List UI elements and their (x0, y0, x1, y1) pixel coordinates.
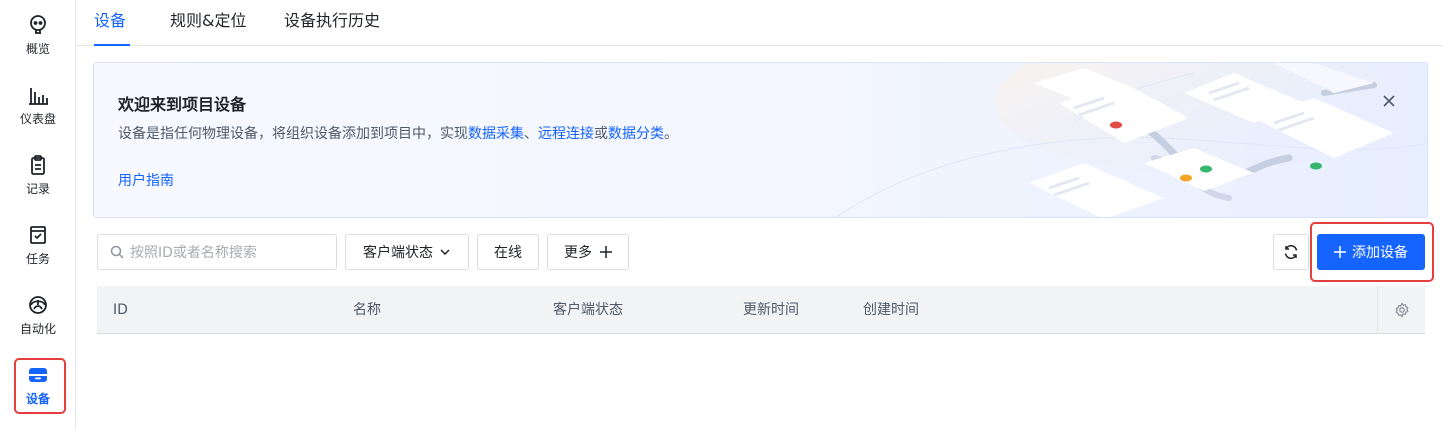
banner-description: 设备是指任何物理设备，将组织设备添加到项目中，实现数据采集、远程连接或数据分类。 (118, 123, 678, 143)
column-updated-time[interactable]: 更新时间 (743, 286, 799, 334)
sidebar-item-records[interactable]: 记录 (0, 140, 76, 206)
sidebar-item-label: 仪表盘 (19, 112, 56, 126)
column-client-status[interactable]: 客户端状态 (553, 286, 623, 334)
data-collection-link[interactable]: 数据采集 (468, 126, 524, 142)
separator: 或 (594, 126, 608, 142)
separator: 、 (524, 126, 538, 142)
automation-icon (29, 296, 47, 314)
device-table-header: ID 名称 客户端状态 更新时间 创建时间 (97, 286, 1425, 334)
task-check-icon (30, 226, 46, 244)
banner-title: 欢迎来到项目设备 (118, 95, 247, 114)
banner-illustration (836, 63, 1427, 217)
remote-connection-link[interactable]: 远程连接 (538, 126, 594, 142)
tab-rules-location[interactable]: 规则&定位 (170, 0, 246, 46)
add-device-button[interactable]: 添加设备 (1317, 234, 1425, 270)
tab-devices[interactable]: 设备 (94, 0, 130, 46)
more-filter-button[interactable]: 更多 (547, 234, 629, 270)
column-created-time[interactable]: 创建时间 (863, 286, 919, 334)
column-name[interactable]: 名称 (353, 286, 381, 334)
separator: 。 (664, 126, 678, 142)
bulb-icon (30, 15, 46, 34)
welcome-banner: 欢迎来到项目设备 设备是指任何物理设备，将组织设备添加到项目中，实现数据采集、远… (93, 62, 1428, 218)
client-status-filter[interactable]: 客户端状态 (345, 234, 469, 270)
gear-icon (1394, 302, 1409, 318)
search-icon (110, 245, 124, 259)
sidebar-item-overview[interactable]: 概览 (0, 0, 76, 66)
clipboard-icon (31, 155, 45, 175)
column-id[interactable]: ID (113, 286, 128, 334)
sidebar-item-label: 记录 (25, 182, 50, 196)
sidebar-item-label: 概览 (25, 42, 50, 56)
bar-chart-icon (29, 88, 48, 105)
sidebar-item-tasks[interactable]: 任务 (0, 210, 76, 276)
sidebar: 概览 仪表盘 记录 任务 自动化 设备 (0, 0, 76, 429)
search-input[interactable]: 按照ID或者名称搜索 (97, 234, 337, 270)
user-guide-link[interactable]: 用户指南 (118, 170, 174, 190)
active-highlight (14, 358, 66, 414)
tab-execution-history[interactable]: 设备执行历史 (284, 0, 380, 46)
online-filter-label: 在线 (494, 245, 522, 261)
add-device-label: 添加设备 (1352, 245, 1408, 261)
sidebar-item-label: 自动化 (19, 322, 56, 336)
banner-desc-text: 设备是指任何物理设备，将组织设备添加到项目中，实现 (118, 126, 468, 142)
data-classification-link[interactable]: 数据分类 (608, 126, 664, 142)
sidebar-item-dashboard[interactable]: 仪表盘 (0, 70, 76, 136)
refresh-icon (1284, 244, 1298, 260)
plus-icon (1334, 246, 1346, 258)
client-status-filter-label: 客户端状态 (363, 245, 433, 261)
refresh-button[interactable] (1273, 234, 1309, 270)
search-placeholder: 按照ID或者名称搜索 (130, 245, 257, 261)
chevron-down-icon (440, 249, 450, 256)
plus-icon (600, 246, 612, 258)
sidebar-item-label: 任务 (25, 252, 50, 266)
column-settings-button[interactable] (1377, 286, 1425, 334)
online-filter[interactable]: 在线 (477, 234, 539, 270)
tab-bar: 设备 规则&定位 设备执行历史 (76, 0, 1443, 46)
more-filter-label: 更多 (564, 245, 592, 261)
close-icon[interactable] (1381, 93, 1397, 109)
sidebar-item-automation[interactable]: 自动化 (0, 280, 76, 346)
